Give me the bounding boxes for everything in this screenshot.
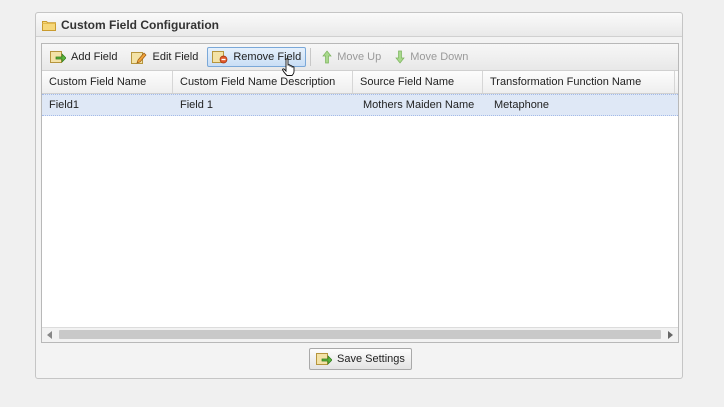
edit-field-icon [131,50,147,64]
scroll-left-icon[interactable] [47,331,52,339]
arrow-down-icon [395,50,405,64]
move-up-button[interactable]: Move Up [317,47,386,67]
horizontal-scrollbar[interactable] [42,327,678,342]
column-header-custom-field-description[interactable]: Custom Field Name Description [173,71,353,93]
arrow-up-icon [322,50,332,64]
move-down-button[interactable]: Move Down [390,47,473,67]
cell-transformation-function-name: Metaphone [494,99,550,111]
move-down-label: Move Down [410,51,469,63]
column-header-source-field-name[interactable]: Source Field Name [353,71,483,93]
cell-custom-field-description: Field 1 [180,99,214,111]
scrollbar-thumb[interactable] [59,330,661,339]
panel-title: Custom Field Configuration [61,17,219,32]
column-header-custom-field-name[interactable]: Custom Field Name [42,71,173,93]
cell-source-field-name: Mothers Maiden Name [363,99,475,111]
table-row[interactable]: Field1 Field 1 Mothers Maiden Name Metap… [42,94,678,116]
add-field-label: Add Field [71,51,118,63]
edit-field-label: Edit Field [152,51,199,63]
toolbar-separator [310,48,312,66]
hand-cursor-icon [282,58,298,76]
column-header-transformation-function-name[interactable]: Transformation Function Name [483,71,675,93]
add-field-button[interactable]: Add Field [45,47,122,67]
panel-header: Custom Field Configuration [36,13,682,37]
custom-field-configuration-panel: Custom Field Configuration Add Field Edi… [35,12,683,379]
edit-field-button[interactable]: Edit Field [126,47,203,67]
custom-field-grid: Add Field Edit Field Remove Field Move U… [41,43,679,343]
save-settings-label: Save Settings [337,353,405,365]
save-settings-button[interactable]: Save Settings [309,348,412,370]
cell-custom-field-name: Field1 [49,99,79,111]
move-up-label: Move Up [337,51,382,63]
grid-header-row: Custom Field Name Custom Field Name Desc… [42,71,678,94]
save-icon [316,352,332,366]
grid-toolbar: Add Field Edit Field Remove Field Move U… [42,44,678,71]
remove-field-icon [212,50,228,64]
folder-icon [42,19,56,31]
scroll-right-icon[interactable] [668,331,673,339]
add-field-icon [50,50,66,64]
